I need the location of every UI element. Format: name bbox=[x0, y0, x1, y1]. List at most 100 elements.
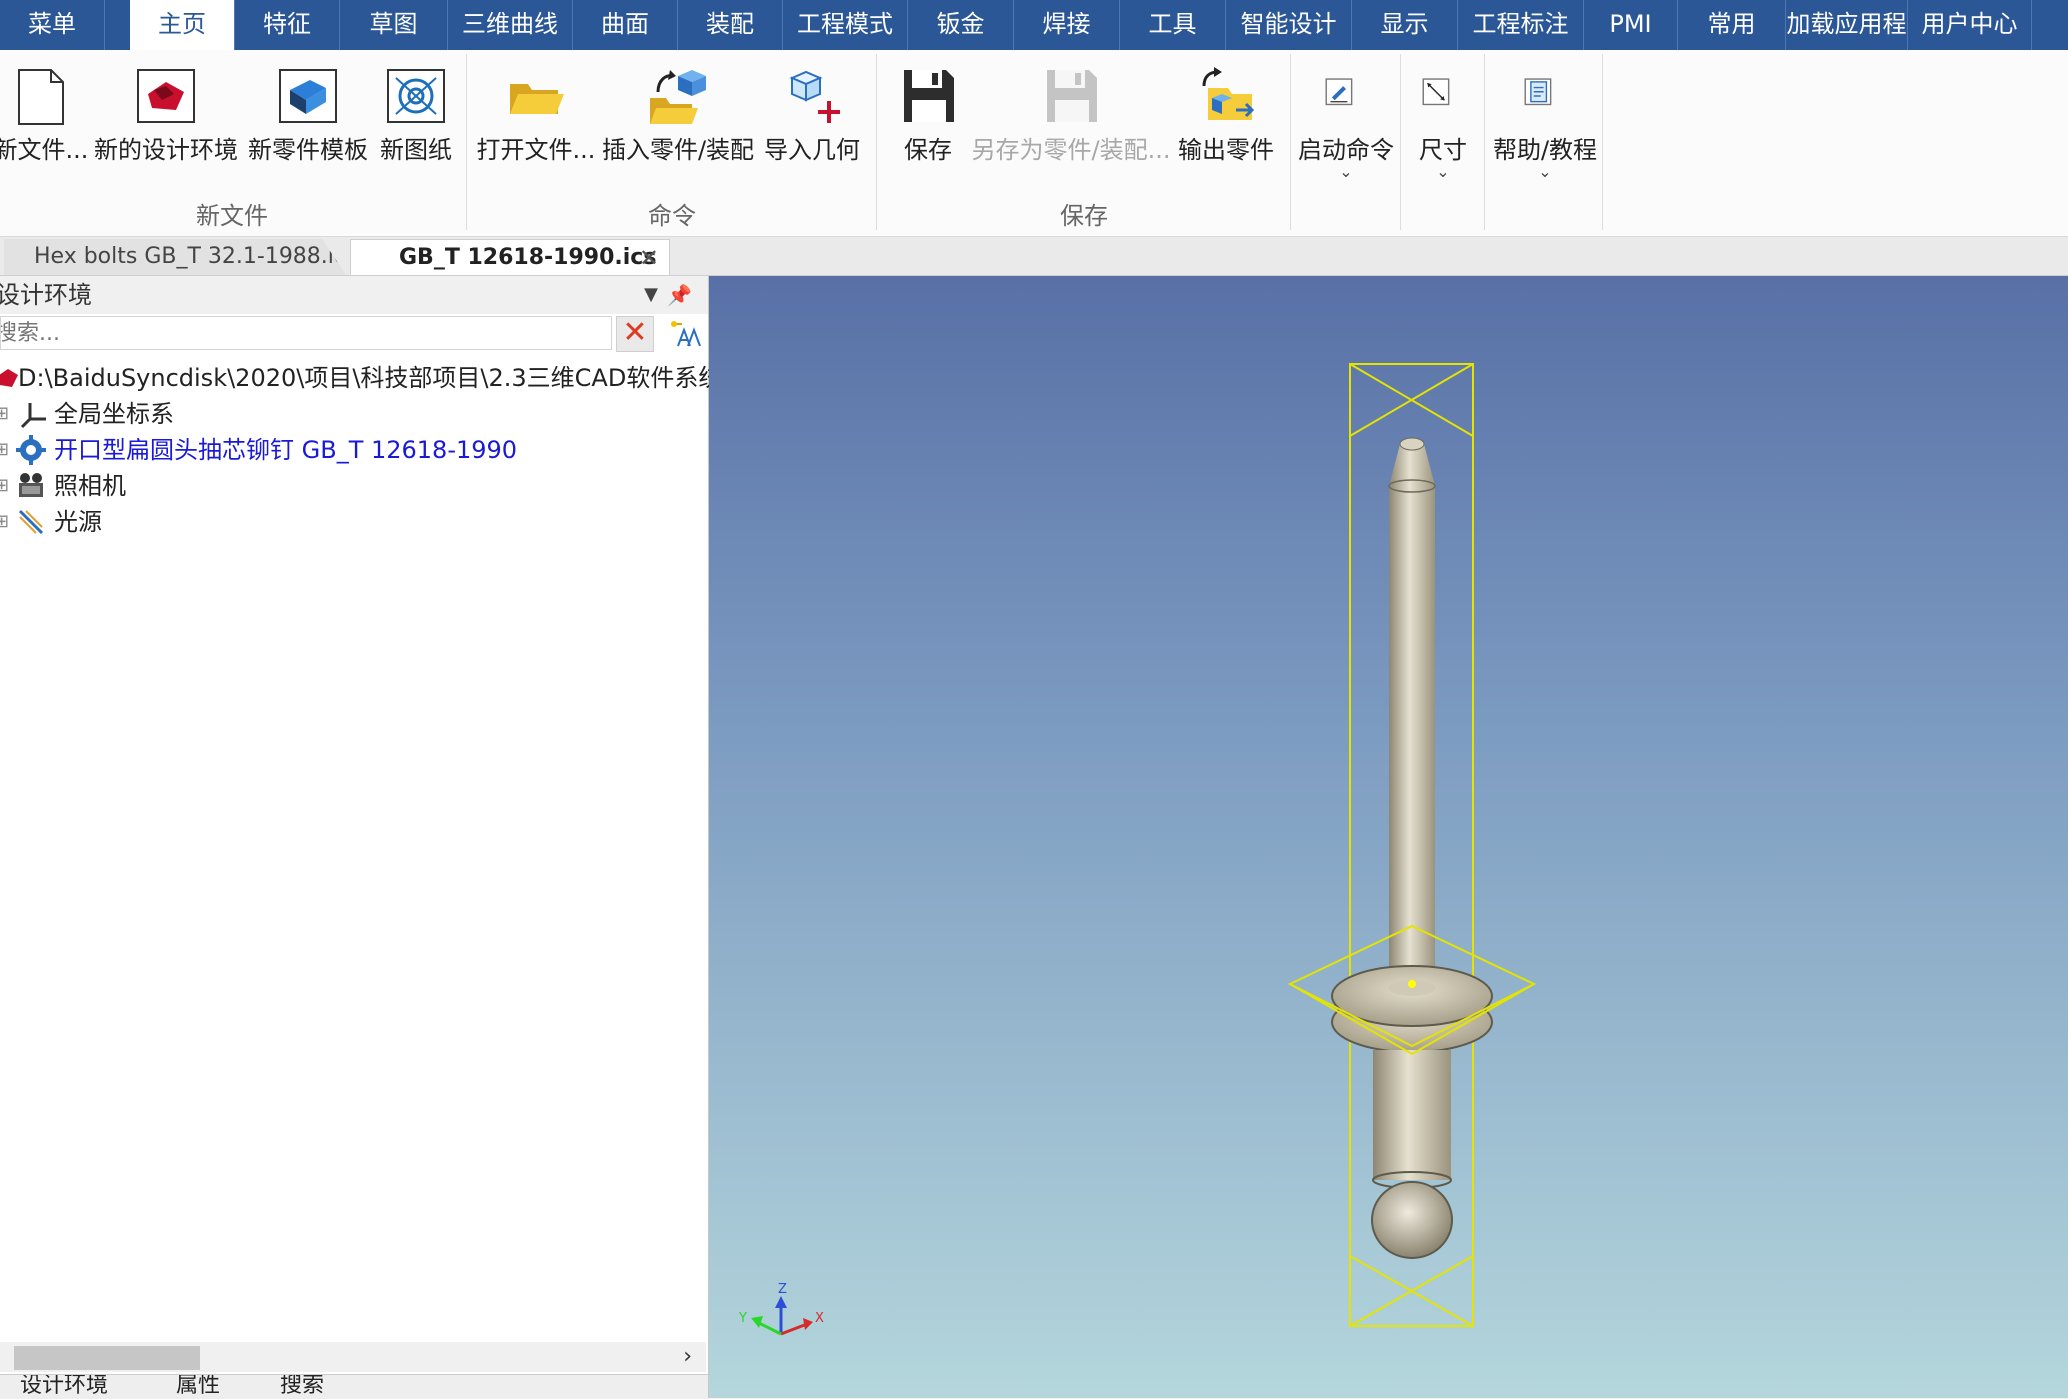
open-file-button[interactable]: 打开文件... bbox=[477, 50, 595, 190]
tab-tools[interactable]: 工具 bbox=[1120, 0, 1226, 50]
help-button[interactable]: 帮助/教程 ⌄ bbox=[1490, 50, 1600, 190]
save-button[interactable]: 保存 bbox=[890, 50, 966, 190]
menu-tab-bar: 菜单 主页 特征 草图 三维曲线 曲面 装配 工程模式 钣金 焊接 工具 智能设… bbox=[0, 0, 2068, 50]
tab-common[interactable]: 常用 bbox=[1678, 0, 1786, 50]
export-part-button[interactable]: 输出零件 bbox=[1176, 50, 1276, 190]
tab-user-center[interactable]: 用户中心 bbox=[1908, 0, 2032, 50]
document-tab-label: GB_T 12618-1990.ics bbox=[399, 245, 657, 270]
open-folder-icon bbox=[510, 84, 564, 114]
panel-header: 设计环境 ▼ 📌 bbox=[0, 276, 708, 314]
horizontal-scrollbar[interactable]: › bbox=[0, 1342, 706, 1372]
scroll-right-icon[interactable]: › bbox=[683, 1342, 692, 1372]
axis-label-y: Y bbox=[738, 1311, 747, 1326]
help-book-icon bbox=[1524, 78, 1552, 106]
tab-addins[interactable]: 加载应用程 bbox=[1786, 0, 1908, 50]
document-tab-rivet[interactable]: GB_T 12618-1990.ics ✕ bbox=[350, 239, 670, 275]
tree-item-label: 光源 bbox=[54, 508, 102, 536]
tree-root-label: D:\BaiduSyncdisk\2020\项目\科技部项目\2.3三维CAD软… bbox=[18, 364, 723, 392]
rivet-head bbox=[1331, 965, 1493, 1053]
search-row: ✕ bbox=[0, 316, 708, 352]
camera-icon bbox=[19, 473, 43, 497]
ribbon: 新文件... 新的设计环境 新零件模板 新图纸 新文件 打开文件... 插入零件… bbox=[0, 50, 2068, 237]
tab-engineering-annotation[interactable]: 工程标注 bbox=[1458, 0, 1584, 50]
scrollbar-thumb[interactable] bbox=[14, 1346, 200, 1370]
document-tab-hex-bolts[interactable]: Hex bolts GB_T 32.1-1988.ics bbox=[4, 239, 346, 275]
tree-item-label: 开口型扁圆头抽芯铆钉 GB_T 12618-1990 bbox=[54, 436, 518, 464]
open-file-label: 打开文件... bbox=[476, 136, 596, 164]
tab-menu[interactable]: 菜单 bbox=[0, 0, 105, 50]
tab-smart-design[interactable]: 智能设计 bbox=[1226, 0, 1352, 50]
tab-properties[interactable]: 属性 bbox=[176, 1375, 220, 1399]
tree-item-label: 全局坐标系 bbox=[54, 400, 174, 428]
group-label-command: 命令 bbox=[648, 202, 696, 230]
new-drawing-button[interactable]: 新图纸 bbox=[374, 50, 458, 190]
import-geometry-icon bbox=[789, 70, 840, 123]
tab-search[interactable]: 搜索 bbox=[280, 1375, 324, 1399]
part-gear-icon bbox=[16, 435, 46, 465]
rivet-model[interactable]: Z X Y bbox=[709, 276, 2068, 1398]
dropdown-arrow-icon[interactable]: ▼ bbox=[644, 276, 658, 314]
document-tab-bar: Hex bolts GB_T 32.1-1988.ics GB_T 12618-… bbox=[0, 237, 2068, 276]
pin-icon[interactable]: 📌 bbox=[667, 276, 692, 314]
axis-label-z: Z bbox=[778, 1282, 787, 1297]
expand-icon[interactable]: ⊞ bbox=[0, 396, 9, 432]
rivet-mandrel bbox=[1388, 437, 1436, 1001]
import-geometry-button[interactable]: 导入几何 bbox=[762, 50, 862, 190]
tab-engineering-mode[interactable]: 工程模式 bbox=[783, 0, 908, 50]
tab-sketch[interactable]: 草图 bbox=[340, 0, 448, 50]
help-label: 帮助/教程 bbox=[1492, 136, 1598, 164]
new-part-template-icon bbox=[279, 69, 337, 123]
new-design-env-icon bbox=[137, 69, 195, 123]
export-part-icon bbox=[1202, 67, 1255, 120]
design-environment-panel: 设计环境 ▼ 📌 ✕ D:\BaiduSyncdisk\2020\项目\科技部项… bbox=[0, 276, 722, 1399]
close-icon[interactable]: ✕ bbox=[639, 240, 659, 276]
new-file-icon bbox=[18, 69, 64, 125]
panel-bottom-tabs: 设计环境 属性 搜索 bbox=[0, 1374, 708, 1399]
expand-icon[interactable]: ⊞ bbox=[0, 468, 9, 504]
dimension-icon bbox=[1422, 78, 1450, 106]
group-label-new-file: 新文件 bbox=[196, 202, 268, 230]
light-source-icon bbox=[18, 509, 44, 535]
launch-command-button[interactable]: 启动命令 ⌄ bbox=[1296, 50, 1396, 190]
tab-sheet-metal[interactable]: 钣金 bbox=[908, 0, 1014, 50]
save-as-button: 另存为零件/装配... bbox=[972, 50, 1170, 190]
tab-display[interactable]: 显示 bbox=[1352, 0, 1458, 50]
tab-features[interactable]: 特征 bbox=[235, 0, 340, 50]
search-input[interactable] bbox=[0, 316, 612, 350]
dimension-button[interactable]: 尺寸 ⌄ bbox=[1408, 50, 1478, 190]
new-file-button[interactable]: 新文件... bbox=[0, 50, 88, 190]
tab-assembly[interactable]: 装配 bbox=[678, 0, 783, 50]
coordinate-system-icon bbox=[20, 403, 46, 429]
chevron-down-icon: ⌄ bbox=[1436, 162, 1450, 181]
expand-icon[interactable]: ⊞ bbox=[0, 504, 9, 540]
export-part-label: 输出零件 bbox=[1178, 136, 1274, 164]
chevron-down-icon: ⌄ bbox=[1339, 162, 1353, 181]
tab-welding[interactable]: 焊接 bbox=[1014, 0, 1120, 50]
tab-surface[interactable]: 曲面 bbox=[573, 0, 678, 50]
3d-viewport[interactable]: Z X Y bbox=[709, 276, 2068, 1398]
tree-item-label: 照相机 bbox=[54, 472, 126, 500]
save-as-floppy-icon bbox=[1047, 70, 1097, 122]
expand-icon[interactable]: ⊞ bbox=[0, 432, 9, 468]
import-geometry-label: 导入几何 bbox=[764, 136, 860, 164]
filter-icon[interactable] bbox=[662, 316, 702, 352]
new-drawing-label: 新图纸 bbox=[380, 136, 452, 164]
tab-design-environment[interactable]: 设计环境 bbox=[20, 1375, 108, 1399]
insert-part-label: 插入零件/装配 bbox=[601, 136, 755, 164]
new-drawing-icon bbox=[387, 69, 445, 123]
tab-pmi[interactable]: PMI bbox=[1584, 0, 1678, 50]
document-tab-label: Hex bolts GB_T 32.1-1988.ics bbox=[34, 244, 358, 269]
insert-part-icon bbox=[650, 70, 706, 124]
insert-part-button[interactable]: 插入零件/装配 bbox=[602, 50, 754, 190]
tab-home[interactable]: 主页 bbox=[130, 0, 235, 50]
save-floppy-icon bbox=[904, 70, 954, 122]
save-as-label: 另存为零件/装配... bbox=[971, 136, 1171, 164]
panel-title: 设计环境 bbox=[0, 281, 92, 309]
chevron-down-icon: ⌄ bbox=[1538, 162, 1552, 181]
launch-command-icon bbox=[1325, 78, 1353, 106]
new-design-env-button[interactable]: 新的设计环境 bbox=[94, 50, 238, 190]
new-part-template-button[interactable]: 新零件模板 bbox=[246, 50, 370, 190]
clear-search-icon[interactable]: ✕ bbox=[616, 316, 654, 352]
axis-triad-icon: Z X Y bbox=[738, 1282, 824, 1336]
tab-3d-curve[interactable]: 三维曲线 bbox=[448, 0, 573, 50]
